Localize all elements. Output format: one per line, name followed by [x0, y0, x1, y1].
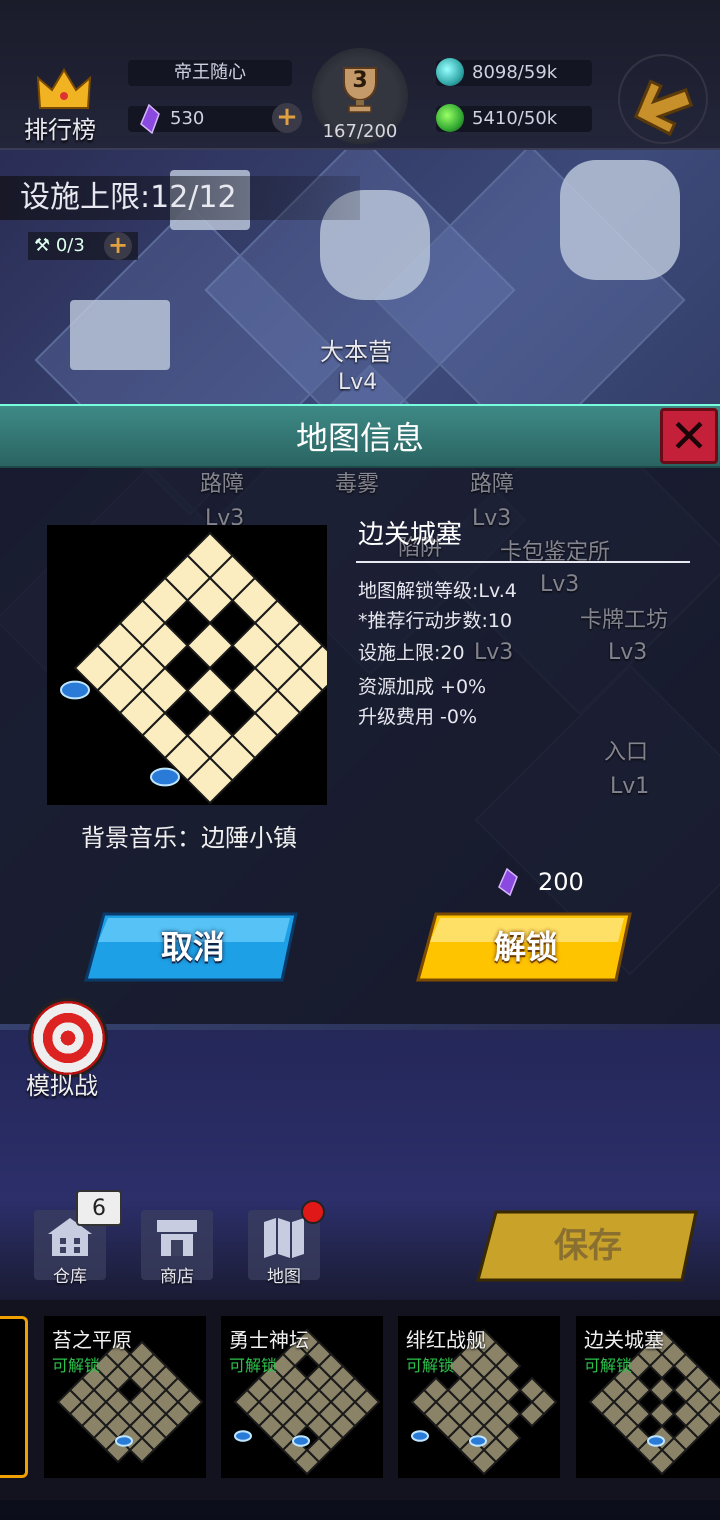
map-card[interactable]: 勇士神坛 可解锁: [221, 1316, 383, 1478]
add-gems-button[interactable]: +: [272, 103, 302, 133]
purple-gem-icon: [498, 868, 518, 896]
player-name: 帝王随心: [128, 60, 292, 86]
map-card-status: 可解锁: [406, 1356, 455, 1375]
map-tile: [186, 666, 234, 715]
crown-icon: [36, 68, 92, 109]
map-card-name: 苔之平原: [52, 1328, 132, 1352]
map-tile: [186, 621, 234, 670]
tool-count-value: 0/3: [55, 235, 85, 256]
map-tile: [648, 1376, 676, 1404]
unlock-cost: 200: [538, 868, 584, 896]
map-preview-grid: [60, 531, 327, 805]
cancel-label: 取消: [160, 928, 225, 966]
faded-label: Lv3: [472, 506, 512, 531]
portal-icon: [469, 1435, 487, 1447]
add-tools-button[interactable]: +: [104, 232, 132, 260]
shop-button[interactable]: 商店: [141, 1210, 213, 1287]
unlock-button[interactable]: 解锁: [416, 912, 636, 982]
map-preview: [47, 525, 327, 805]
recommended-steps: *推荐行动步数:10: [358, 610, 513, 632]
faded-label: 路障: [200, 472, 245, 497]
shop-icon: [157, 1220, 197, 1256]
map-icon: [264, 1218, 304, 1258]
faded-label: Lv3: [474, 640, 514, 665]
notification-dot: [301, 1200, 325, 1224]
simulated-battle-button[interactable]: 模拟战: [8, 990, 128, 1100]
back-button[interactable]: [618, 54, 708, 144]
cancel-button[interactable]: 取消: [84, 912, 302, 982]
divider: [356, 561, 690, 563]
map-card[interactable]: 绯红战舰 可解锁: [398, 1316, 560, 1478]
map-card-name: 勇士神坛: [229, 1328, 309, 1352]
facility-cap: 设施上限:20: [358, 642, 465, 664]
portal-icon: [60, 680, 90, 700]
trophy-progress: 167/200: [322, 121, 398, 142]
selected-map-card[interactable]: [0, 1316, 28, 1478]
facility-limit: 设施上限:12/12: [0, 176, 360, 220]
simulated-battle-label: 模拟战: [26, 1072, 98, 1100]
portal-icon: [647, 1435, 665, 1447]
save-button[interactable]: 保存: [476, 1210, 700, 1282]
resource-bonus: 资源加成 +0%: [358, 676, 487, 698]
faded-label: 入口: [604, 740, 649, 765]
portal-icon: [292, 1435, 310, 1447]
map-name: 边关城塞: [358, 520, 463, 550]
map-card-status: 可解锁: [52, 1356, 101, 1375]
dialog-title: 地图信息: [295, 419, 424, 457]
faded-label: 毒雾: [335, 472, 380, 497]
faded-label: Lv1: [610, 774, 650, 799]
upgrade-cost: 升级费用 -0%: [358, 706, 478, 728]
close-button[interactable]: ✕: [660, 408, 718, 464]
storage-count-badge: 6: [76, 1190, 122, 1226]
purple-gem-icon: [140, 104, 160, 134]
save-label: 保存: [554, 1226, 622, 1266]
hq-level: Lv4: [338, 370, 378, 395]
teal-ore-icon: [436, 58, 464, 86]
hq-label: 大本营: [320, 338, 392, 366]
map-card[interactable]: 苔之平原 可解锁: [44, 1316, 206, 1478]
trophy-level: 3: [352, 68, 368, 93]
portal-icon: [115, 1435, 133, 1447]
map-card-status: 可解锁: [229, 1356, 278, 1375]
faded-label: 路障: [470, 472, 515, 497]
faded-label: Lv3: [540, 572, 580, 597]
faded-label: 卡牌工坊: [580, 608, 669, 633]
return-arrow-icon: [633, 79, 694, 137]
unlock-label: 解锁: [493, 928, 558, 966]
faded-label: Lv3: [608, 640, 648, 665]
map-label: 地图: [267, 1267, 301, 1287]
leaderboard-button[interactable]: 排行榜: [14, 58, 114, 148]
background-music: 背景音乐：边陲小镇: [81, 824, 297, 852]
portal-icon: [411, 1430, 429, 1442]
dialog-header: 地图信息: [0, 404, 720, 468]
close-icon: ✕: [669, 409, 709, 463]
unlock-level: 地图解锁等级:Lv.4: [358, 580, 517, 602]
portal-icon: [150, 767, 180, 787]
storage-label: 仓库: [53, 1267, 87, 1287]
portal-icon: [234, 1430, 252, 1442]
map-card-name: 边关城塞: [584, 1328, 664, 1352]
map-card[interactable]: 边关城塞 可解锁: [576, 1316, 720, 1478]
map-card-name: 绯红战舰: [406, 1328, 486, 1352]
map-card-status: 可解锁: [584, 1356, 633, 1375]
map-tile: [648, 1400, 676, 1428]
leaderboard-label: 排行榜: [24, 116, 96, 144]
green-herb-icon: [436, 104, 464, 132]
shop-label: 商店: [160, 1267, 194, 1287]
